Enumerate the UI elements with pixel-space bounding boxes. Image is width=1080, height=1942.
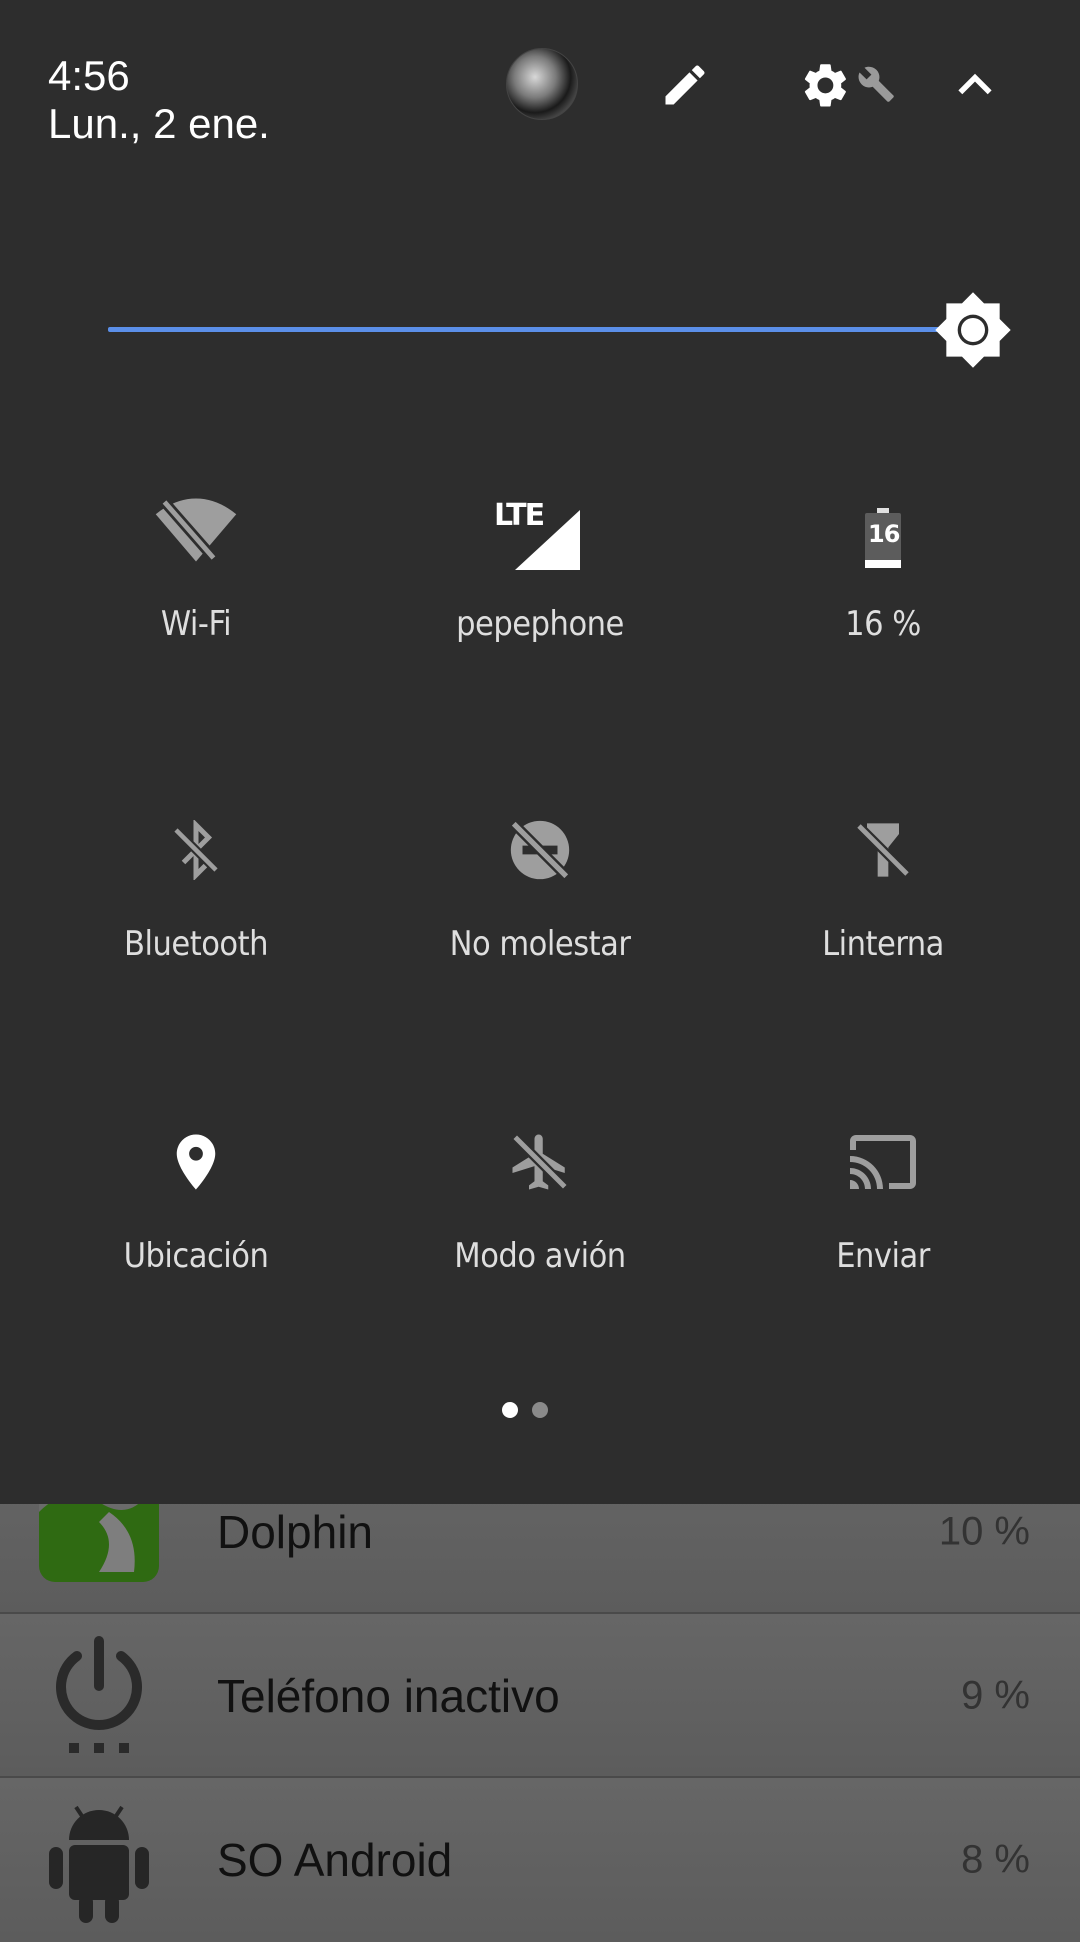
list-item-percent: 10 % — [938, 1509, 1030, 1554]
list-item-percent: 9 % — [961, 1673, 1030, 1718]
tile-bluetooth[interactable]: Bluetooth — [46, 800, 346, 1000]
tile-label: Linterna — [822, 924, 944, 964]
collapse-button[interactable] — [940, 50, 1010, 120]
gear-wrench-icon — [804, 64, 894, 107]
edit-button[interactable] — [650, 50, 720, 120]
tile-label: Wi-Fi — [160, 604, 232, 644]
airplane-off-icon — [490, 1112, 590, 1212]
tile-label: Ubicación — [123, 1236, 269, 1276]
quick-settings-panel: 4:56 Lun., 2 ene. Wi-Fi LTE pepephone 16… — [0, 0, 1080, 1504]
list-item[interactable]: SO Android 8 % — [0, 1776, 1080, 1942]
power-idle-icon — [36, 1614, 161, 1778]
cast-icon — [833, 1112, 933, 1212]
flashlight-off-icon — [833, 800, 933, 900]
lte-signal-icon: LTE — [490, 480, 590, 580]
tile-label: No molestar — [449, 924, 631, 964]
tile-do-not-disturb[interactable]: No molestar — [390, 800, 690, 1000]
location-icon — [146, 1112, 246, 1212]
tile-battery[interactable]: 16 16 % — [733, 480, 1033, 680]
android-icon — [36, 1778, 161, 1942]
bluetooth-off-icon — [146, 800, 246, 900]
date: Lun., 2 ene. — [48, 100, 270, 147]
page-indicator — [500, 1400, 560, 1420]
brightness-track[interactable] — [108, 327, 978, 332]
tile-label: Modo avión — [454, 1236, 626, 1276]
tile-label: 16 % — [845, 604, 921, 644]
list-item-name: SO Android — [217, 1834, 453, 1886]
list-item-percent: 8 % — [961, 1837, 1030, 1882]
wifi-off-icon — [146, 480, 246, 580]
chevron-up-icon — [958, 73, 992, 95]
list-item-name: Teléfono inactivo — [217, 1670, 560, 1722]
list-item-name: Dolphin — [217, 1506, 373, 1558]
page-dot-2[interactable] — [532, 1402, 548, 1418]
pencil-icon — [665, 65, 705, 105]
list-item[interactable]: Teléfono inactivo 9 % — [0, 1612, 1080, 1778]
tile-wifi[interactable]: Wi-Fi — [46, 480, 346, 680]
page-dot-1[interactable] — [502, 1402, 518, 1418]
do-not-disturb-off-icon — [490, 800, 590, 900]
tile-location[interactable]: Ubicación — [46, 1112, 346, 1312]
tile-label: Bluetooth — [124, 924, 268, 964]
tile-label: pepephone — [456, 604, 624, 644]
lte-badge: LTE — [494, 498, 545, 533]
battery-icon: 16 — [833, 480, 933, 580]
tile-cast[interactable]: Enviar — [733, 1112, 1033, 1312]
tile-flashlight[interactable]: Linterna — [733, 800, 1033, 1000]
brightness-slider[interactable] — [108, 290, 1011, 370]
tile-airplane-mode[interactable]: Modo avión — [390, 1112, 690, 1312]
brightness-icon — [935, 292, 1011, 368]
user-avatar[interactable] — [506, 48, 578, 120]
battery-badge: 16 — [868, 520, 900, 548]
tile-label: Enviar — [836, 1236, 930, 1276]
clock: 4:56 — [48, 52, 130, 99]
settings-button[interactable] — [795, 50, 905, 120]
tile-mobile-data[interactable]: LTE pepephone — [390, 480, 690, 680]
brightness-thumb[interactable] — [933, 290, 1013, 370]
